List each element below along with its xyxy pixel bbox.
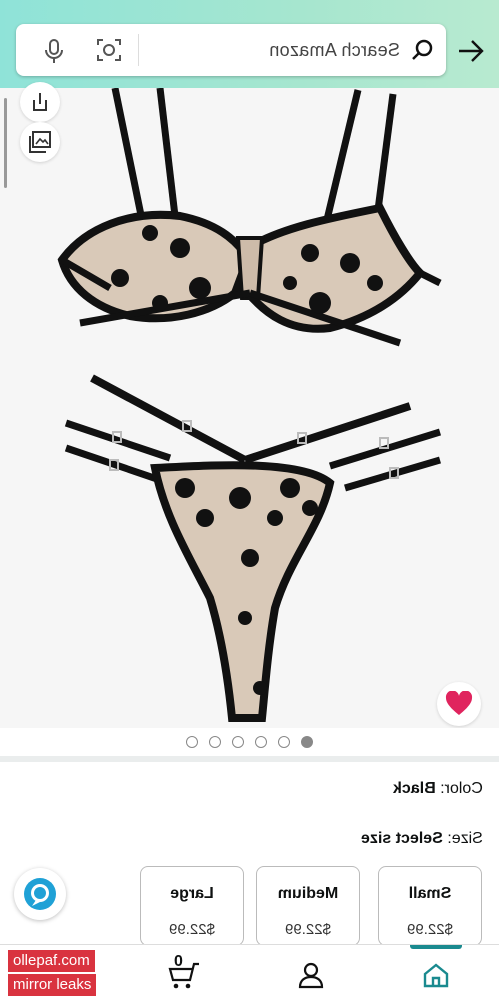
search-icon[interactable] [410,38,434,62]
pager-dot[interactable] [278,736,290,748]
heart-icon [445,691,473,715]
size-name: Small [408,885,452,902]
account-icon [298,962,324,989]
alexa-button[interactable] [14,868,66,920]
product-image [57,88,442,722]
size-row: Size: Select size [361,830,483,848]
wishlist-button[interactable] [437,682,481,726]
camera-scan-icon[interactable] [96,37,122,63]
nav-account[interactable] [293,957,329,993]
color-row: Color: Black [393,780,483,798]
watermark-line-1: ollepaf.com [8,950,95,972]
share-icon [33,93,47,111]
cart-count: 0 [174,953,183,970]
pager-dot[interactable] [232,736,244,748]
size-price: $22.99 [169,921,215,938]
image-gallery-icon [29,131,51,153]
gallery-scrollbar[interactable] [4,98,7,188]
share-button[interactable] [20,82,60,122]
size-price: $22.99 [285,921,331,938]
microphone-icon[interactable] [42,38,66,64]
pager-dot[interactable] [255,736,267,748]
pager-dot[interactable] [209,736,221,748]
search-bar[interactable]: Search Amazon [16,24,446,76]
active-tab-indicator [410,945,462,949]
size-option-small[interactable]: Small $22.99 [378,866,482,946]
pager-dot[interactable] [186,736,198,748]
search-divider [138,34,139,66]
nav-home[interactable] [418,957,454,993]
size-label: Size: [442,830,483,847]
color-label: Color: [435,780,483,797]
size-option-large[interactable]: Large $22.99 [140,866,244,946]
header-bar: Search Amazon [0,0,499,88]
search-input[interactable]: Search Amazon [269,40,400,61]
alexa-icon [24,878,56,910]
watermark: ollepaf.com mirror leaks [8,950,97,996]
size-options: Small $22.99 Medium $22.99 Large $22.99 [0,866,499,946]
product-image-gallery[interactable] [0,82,499,728]
size-price: $22.99 [407,921,453,938]
size-option-medium[interactable]: Medium $22.99 [256,866,360,946]
size-value: Select size [361,830,443,847]
arrow-right-icon[interactable] [457,38,485,64]
nav-cart[interactable] [166,957,202,993]
cart-icon [168,962,199,989]
gallery-view-button[interactable] [20,122,60,162]
home-icon [423,963,449,988]
section-divider [0,756,499,762]
pager-dot-active[interactable] [301,736,313,748]
image-pager[interactable] [0,728,499,756]
color-value: Black [393,780,436,797]
size-name: Large [170,885,214,902]
size-name: Medium [277,885,339,902]
watermark-line-2: mirror leaks [8,974,97,996]
